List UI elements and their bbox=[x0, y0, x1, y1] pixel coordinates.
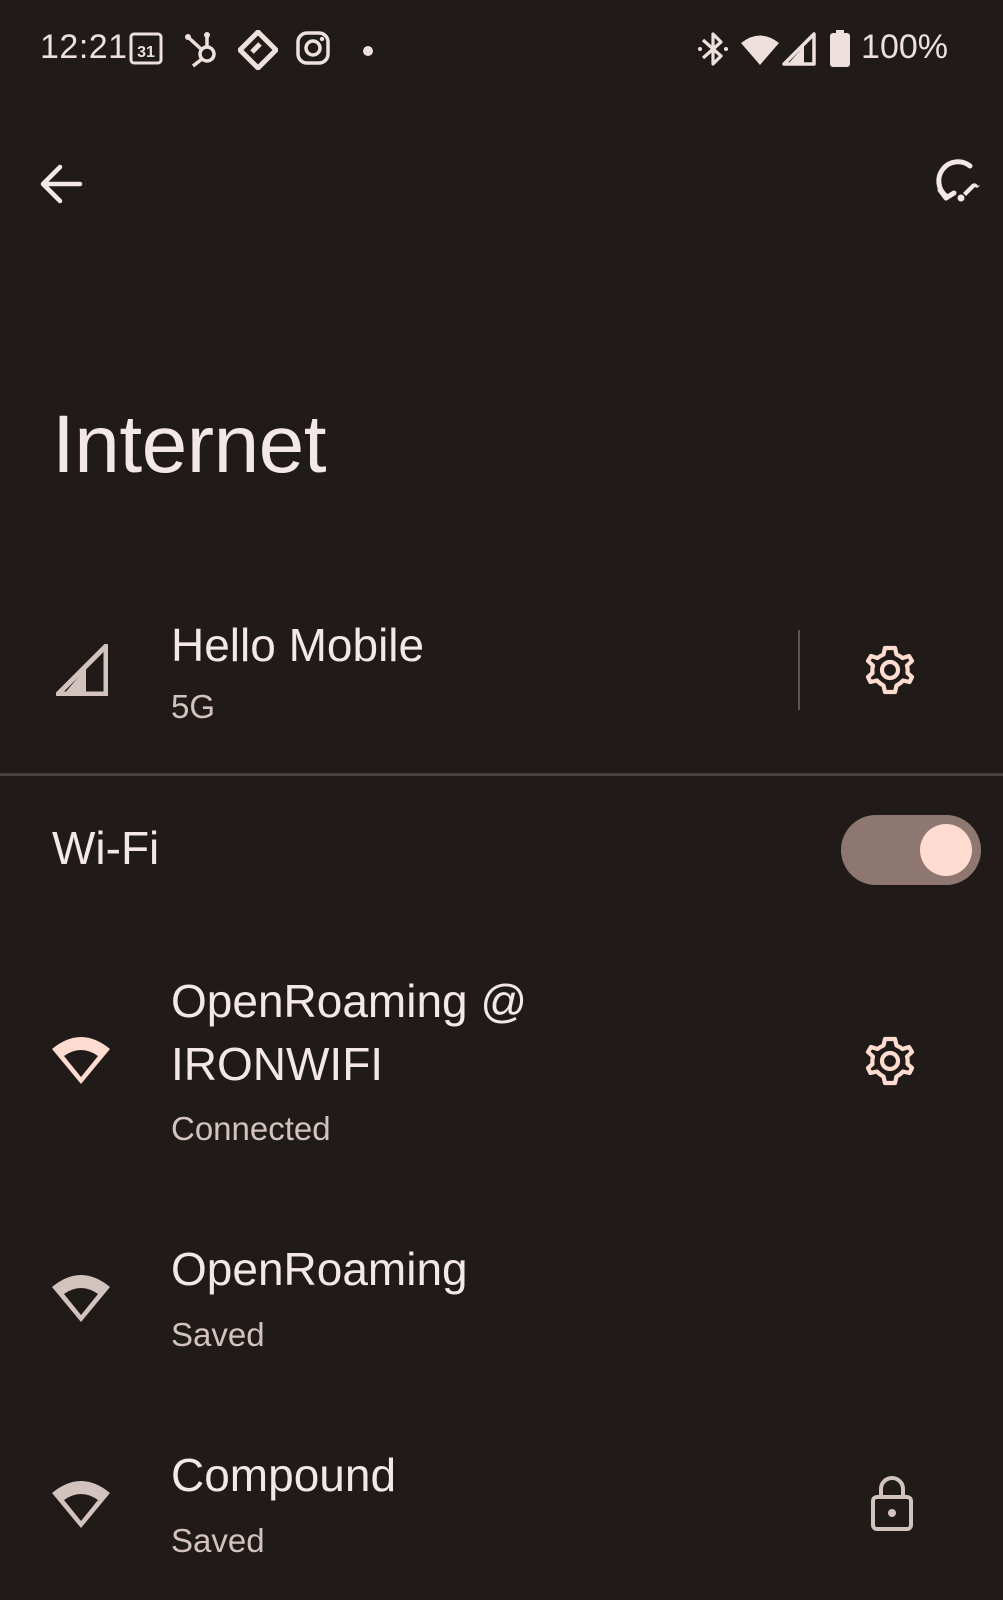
instagram-icon bbox=[295, 30, 331, 71]
wifi-network-name-line2: IRONWIFI bbox=[171, 1038, 384, 1090]
battery-percent: 100% bbox=[861, 28, 948, 66]
wifi-icon bbox=[740, 34, 780, 71]
wifi-label: Wi-Fi bbox=[52, 822, 160, 874]
arrow-back-icon bbox=[40, 164, 83, 204]
back-button[interactable] bbox=[34, 156, 90, 212]
hubspot-icon bbox=[183, 30, 221, 73]
toggle-thumb bbox=[920, 824, 972, 876]
dot-icon bbox=[362, 44, 374, 62]
wifi-network-name: OpenRoaming bbox=[171, 1243, 468, 1295]
wifi-network-status: Saved bbox=[171, 1522, 265, 1559]
status-time: 12:21 bbox=[40, 28, 128, 66]
page-title: Internet bbox=[52, 399, 327, 490]
network-reset-button[interactable] bbox=[932, 156, 988, 212]
bluetooth-icon bbox=[697, 30, 729, 73]
battery-icon bbox=[829, 30, 851, 73]
cell-signal-icon bbox=[55, 643, 109, 701]
mobile-network-type: 5G bbox=[171, 688, 216, 725]
mobile-settings-button[interactable] bbox=[860, 640, 920, 700]
gear-icon bbox=[865, 645, 915, 695]
mobile-network-name: Hello Mobile bbox=[171, 619, 425, 671]
wifi-icon bbox=[50, 1034, 112, 1091]
wifi-icon bbox=[50, 1478, 112, 1535]
diamond-app-icon bbox=[237, 29, 279, 75]
vertical-divider bbox=[798, 630, 800, 710]
status-bar: 12:21 31 100% bbox=[0, 0, 1003, 100]
section-divider bbox=[0, 773, 1003, 776]
lock-icon bbox=[862, 1473, 922, 1533]
wifi-icon bbox=[50, 1272, 112, 1329]
calendar-day-text: 31 bbox=[137, 44, 155, 61]
wifi-network-status: Connected bbox=[171, 1110, 331, 1147]
cell-signal-icon bbox=[782, 32, 816, 71]
wifi-network-status: Saved bbox=[171, 1316, 265, 1353]
wifi-network-settings-button[interactable] bbox=[860, 1031, 920, 1091]
gear-icon bbox=[865, 1036, 915, 1086]
internet-settings-screen: 12:21 31 100% Internet Hello Mobile 5G W… bbox=[0, 0, 1003, 1600]
wifi-toggle[interactable] bbox=[841, 815, 981, 885]
calendar-icon: 31 bbox=[128, 30, 164, 71]
wifi-network-name: OpenRoaming @ bbox=[171, 975, 528, 1027]
network-reset-icon bbox=[936, 159, 980, 202]
wifi-network-name: Compound bbox=[171, 1449, 397, 1501]
